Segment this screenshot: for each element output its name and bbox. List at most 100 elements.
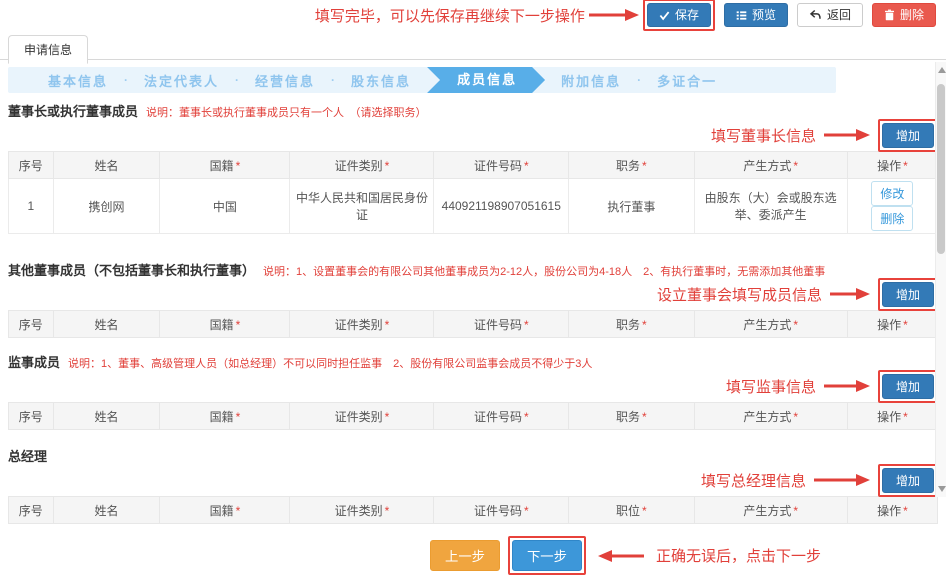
required-marker: * [236,318,241,332]
required-marker: * [385,410,390,424]
row-delete-button[interactable]: 删除 [871,206,913,231]
col-cert-no: 证件号码* [434,403,569,430]
required-marker: * [385,504,390,518]
supervisors-add-button[interactable]: 增加 [882,374,934,399]
col-nationality: 国籍* [160,497,290,524]
col-nationality: 国籍* [160,311,290,338]
required-marker: * [793,504,798,518]
required-marker: * [385,318,390,332]
col-method: 产生方式* [694,403,847,430]
vertical-scrollbar[interactable] [935,62,946,497]
cell-name: 携创网 [53,179,160,234]
row-edit-button[interactable]: 修改 [871,181,913,206]
required-marker: * [524,318,529,332]
cell-method: 由股东（大）会或股东选举、委派产生 [694,179,847,234]
col-index: 序号 [9,152,54,179]
toolbar: 填写完毕，可以先保存再继续下一步操作 保存 预览 返回 删除 [0,0,946,30]
required-marker: * [642,159,647,173]
col-name: 姓名 [53,403,160,430]
required-marker: * [793,410,798,424]
delete-button[interactable]: 删除 [872,3,936,27]
return-arrow-icon [809,9,822,21]
cell-cert-type: 中华人民共和国居民身份证 [290,179,434,234]
section-chairman-title: 董事长或执行董事成员 [8,101,138,120]
chairman-table: 序号 姓名 国籍* 证件类别* 证件号码* 职务* 产生方式* 操作* 1 携创… [8,151,938,234]
col-position: 职务* [569,403,694,430]
col-method: 产生方式* [694,152,847,179]
col-cert-no: 证件号码* [434,152,569,179]
cell-position: 执行董事 [569,179,694,234]
step-additional-info[interactable]: 附加信息 [545,71,637,90]
required-marker: * [903,318,908,332]
step-shareholder-info[interactable]: 股东信息 [335,71,427,90]
annotation-arrow-left-icon [598,549,644,563]
save-button[interactable]: 保存 [647,3,711,27]
chairman-table-row: 1 携创网 中国 中华人民共和国居民身份证 440921198907051615… [9,179,938,234]
scrollbar-up-arrow-icon[interactable] [938,67,946,73]
cell-index: 1 [9,179,54,234]
col-post: 职位* [569,497,694,524]
col-nationality: 国籍* [160,403,290,430]
col-cert-type: 证件类别* [290,311,434,338]
section-chairman-note: 说明：董事长或执行董事成员只有一个人 （请选择职务） [146,104,427,120]
step-multi-cert[interactable]: 多证合一 [641,71,733,90]
scrollbar-down-arrow-icon[interactable] [938,486,946,492]
save-button-highlight-box: 保存 [643,0,715,31]
other-directors-add-button[interactable]: 增加 [882,282,934,307]
cell-cert-no: 440921198907051615 [434,179,569,234]
supervisors-annotation: 填写监事信息 [726,376,816,397]
section-other-directors-title: 其他董事成员（不包括董事长和执行董事） [8,260,255,279]
required-marker: * [385,159,390,173]
col-index: 序号 [9,403,54,430]
section-general-manager: 总经理 填写总经理信息 增加 序号 姓名 国籍* 证件类别* 证件号码* 职位*… [8,446,938,524]
section-chairman: 董事长或执行董事成员 说明：董事长或执行董事成员只有一个人 （请选择职务） 填写… [8,101,938,234]
section-supervisors: 监事成员 说明：1、董事、高级管理人员（如总经理）不可以同时担任监事 2、股份有… [8,352,938,430]
next-step-button[interactable]: 下一步 [512,540,582,571]
general-manager-table-header-row: 序号 姓名 国籍* 证件类别* 证件号码* 职位* 产生方式* 操作* [9,497,938,524]
col-position: 职务* [569,311,694,338]
col-position: 职务* [569,152,694,179]
col-name: 姓名 [53,497,160,524]
required-marker: * [236,159,241,173]
col-name: 姓名 [53,152,160,179]
footer-annotation: 正确无误后，点击下一步 [656,545,821,566]
toolbar-annotation: 填写完毕，可以先保存再继续下一步操作 [315,5,585,26]
step-basic-info[interactable]: 基本信息 [32,71,124,90]
required-marker: * [903,504,908,518]
col-cert-no: 证件号码* [434,497,569,524]
tab-bar: 申请信息 [0,30,946,60]
scrollbar-thumb[interactable] [937,84,945,254]
preview-button[interactable]: 预览 [724,3,788,27]
other-directors-add-highlight-box: 增加 [878,278,938,311]
section-supervisors-title: 监事成员 [8,352,60,371]
general-manager-add-highlight-box: 增加 [878,464,938,497]
required-marker: * [642,318,647,332]
annotation-arrow-right-icon [830,287,870,301]
supervisors-table-header-row: 序号 姓名 国籍* 证件类别* 证件号码* 职务* 产生方式* 操作* [9,403,938,430]
tab-application-info[interactable]: 申请信息 [8,35,88,64]
supervisors-table: 序号 姓名 国籍* 证件类别* 证件号码* 职务* 产生方式* 操作* [8,402,938,430]
required-marker: * [903,159,908,173]
col-method: 产生方式* [694,311,847,338]
next-step-highlight-box: 下一步 [508,536,586,575]
required-marker: * [236,504,241,518]
supervisors-add-highlight-box: 增加 [878,370,938,403]
step-legal-representative[interactable]: 法定代表人 [128,71,235,90]
step-business-info[interactable]: 经营信息 [239,71,331,90]
cell-operation: 修改 删除 [847,179,937,234]
required-marker: * [236,410,241,424]
col-cert-type: 证件类别* [290,403,434,430]
prev-step-button[interactable]: 上一步 [430,540,500,571]
required-marker: * [642,410,647,424]
general-manager-annotation: 填写总经理信息 [701,470,806,491]
general-manager-add-button[interactable]: 增加 [882,468,934,493]
section-general-manager-title: 总经理 [8,446,47,465]
footer: 上一步 下一步 正确无误后，点击下一步 [430,536,946,575]
required-marker: * [793,318,798,332]
step-member-info-active[interactable]: 成员信息 [427,67,545,93]
chairman-add-button[interactable]: 增加 [882,123,934,148]
col-nationality: 国籍* [160,152,290,179]
col-name: 姓名 [53,311,160,338]
other-directors-annotation: 设立董事会填写成员信息 [657,284,822,305]
back-button[interactable]: 返回 [797,3,863,27]
